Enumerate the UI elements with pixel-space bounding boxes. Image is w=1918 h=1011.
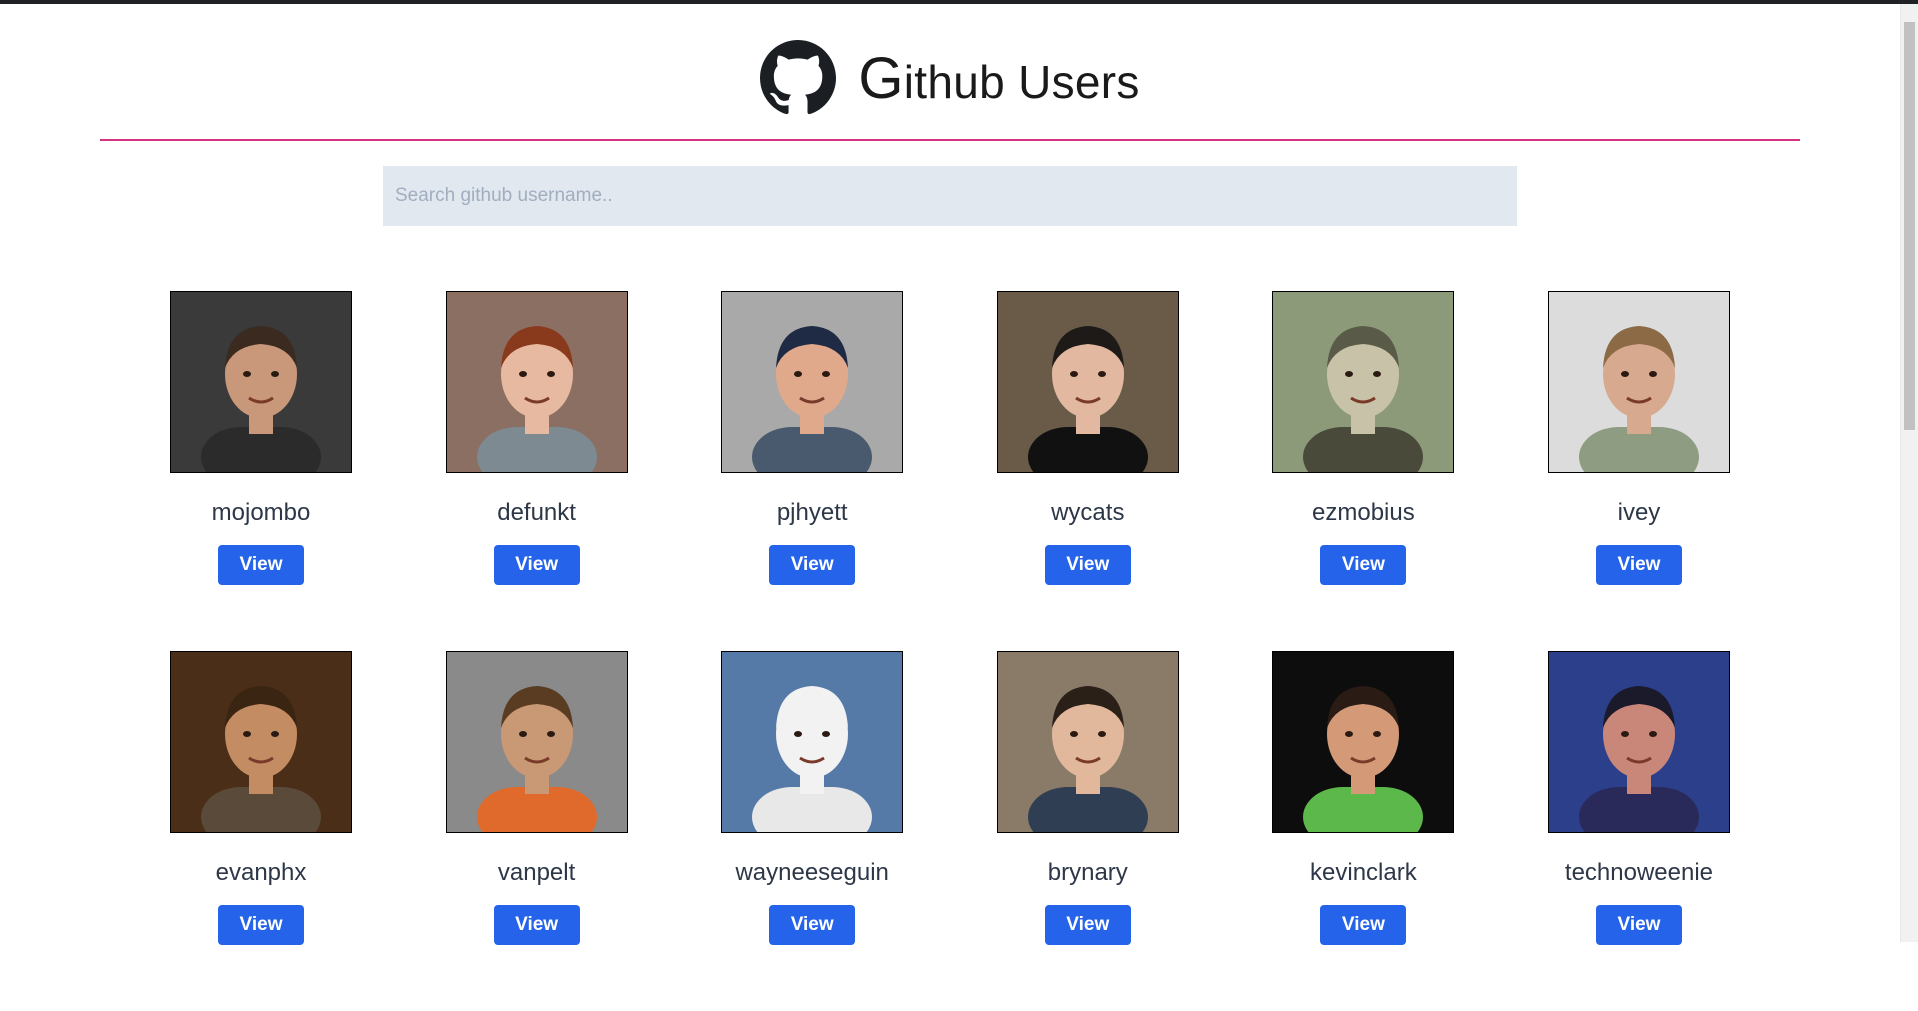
vertical-scrollbar[interactable] [1900,4,1918,942]
view-user-button[interactable]: View [1044,545,1131,585]
username-label: kevinclark [1310,859,1417,886]
user-avatar [170,651,352,833]
user-avatar [1272,651,1455,833]
username-label: vanpelt [497,859,576,886]
username-label: wycats [1051,499,1125,526]
username-label: brynary [1047,859,1128,886]
user-card: evanphx View [170,651,352,1011]
user-card: mojombo View [170,291,352,651]
view-user-button[interactable]: View [218,905,304,945]
user-card: pjhyett View [721,291,904,651]
user-avatar [1547,651,1730,833]
username-label: ivey [1617,499,1661,526]
user-card: kevinclark View [1272,651,1455,1011]
user-card: wycats View [996,291,1179,651]
view-user-button[interactable]: View [1595,905,1682,945]
user-avatar [996,651,1179,833]
user-card: ivey View [1547,291,1730,651]
user-card: technoweenie View [1547,651,1730,1011]
user-card: wayneeseguin View [721,651,904,1011]
view-user-button[interactable]: View [493,905,580,945]
view-user-button[interactable]: View [769,905,856,945]
github-octocat-icon [760,40,837,116]
view-user-button[interactable]: View [1320,905,1407,945]
user-avatar [721,291,904,473]
view-user-button[interactable]: View [1595,545,1682,585]
username-label: evanphx [215,859,307,886]
user-card: vanpelt View [445,651,628,1011]
view-user-button[interactable]: View [1044,905,1131,945]
search-input[interactable] [383,166,1517,226]
user-card: ezmobius View [1272,291,1455,651]
user-avatar [1547,291,1730,473]
username-label: defunkt [497,499,576,526]
scrollbar-thumb[interactable] [1904,22,1915,430]
user-avatar [721,651,904,833]
username-label: mojombo [211,499,311,526]
user-card: brynary View [996,651,1179,1011]
user-avatar [1272,291,1455,473]
username-label: technoweenie [1564,859,1714,886]
view-user-button[interactable]: View [218,545,304,585]
user-grid: mojombo View defunkt View pjhyett View wycats V… [170,291,1732,1011]
header-divider [100,139,1800,141]
username-label: wayneeseguin [735,859,889,886]
username-label: pjhyett [776,499,848,526]
view-user-button[interactable]: View [1320,545,1407,585]
user-card: defunkt View [445,291,628,651]
user-avatar [170,291,352,473]
page-title: Github Users [858,45,1140,111]
page-header: Github Users [0,40,1900,116]
view-user-button[interactable]: View [493,545,580,585]
page: Github Users mojomboViewdefunktViewpjhye… [0,4,1900,945]
username-label: ezmobius [1312,499,1415,526]
user-avatar [445,651,628,833]
view-user-button[interactable]: View [769,545,856,585]
user-avatar [996,291,1179,473]
user-avatar [445,291,628,473]
